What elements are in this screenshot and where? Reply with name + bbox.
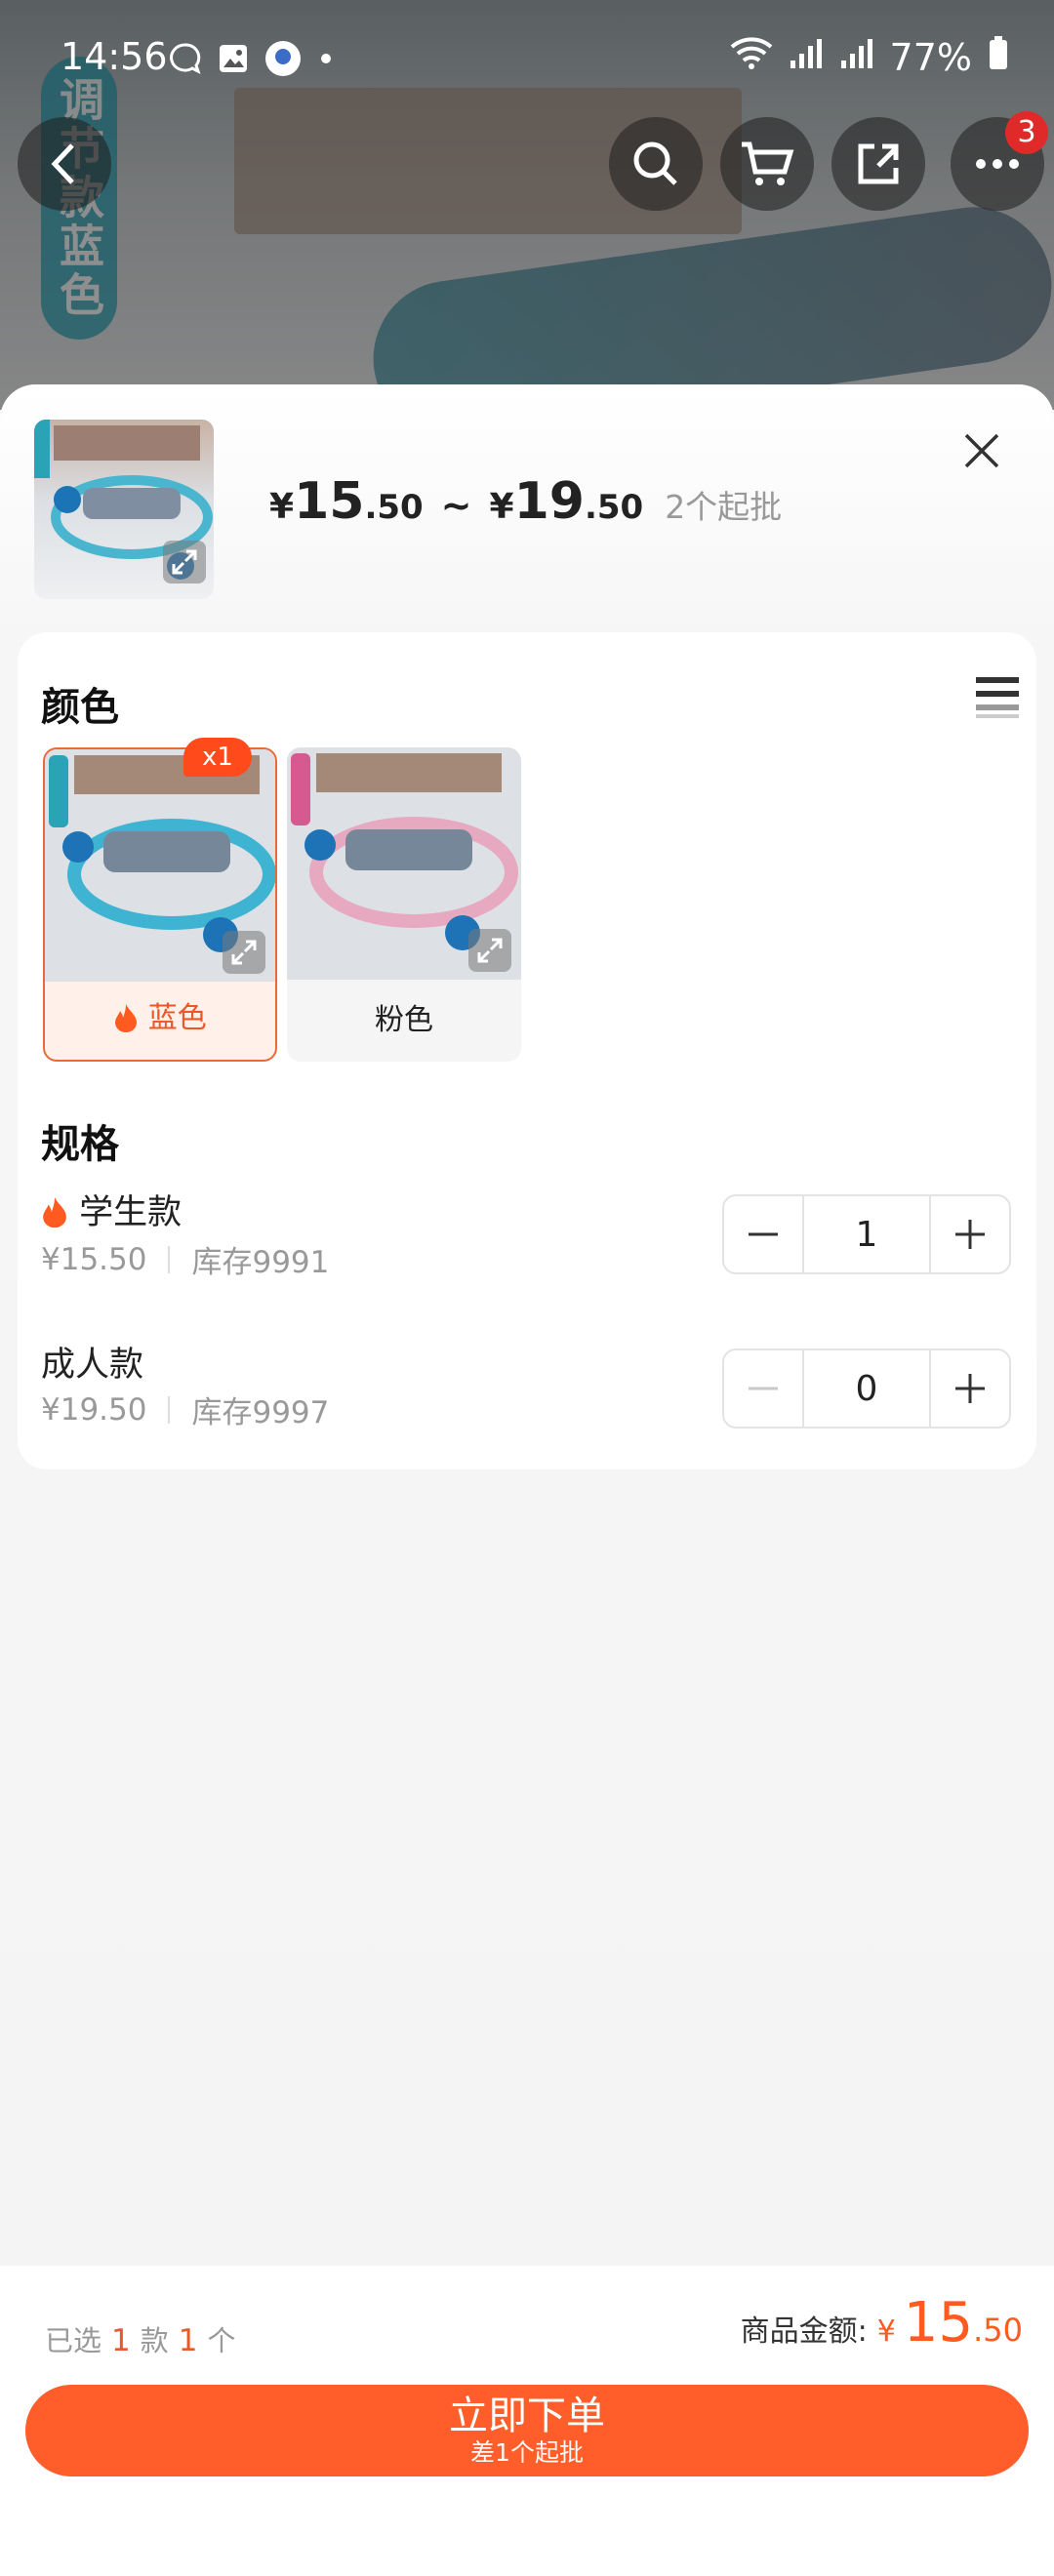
bottom-action-bar: 已选 1 款 1 个 商品金额: ¥ 15 .50 立即下单 差1个起批 [0,2266,1054,2576]
increase-button[interactable] [931,1350,1009,1427]
search-icon [633,141,677,185]
app-icon [264,39,303,82]
dot-icon [316,49,336,72]
color-option-label: 蓝色 [45,978,275,1060]
price-high-decimal: .50 [584,488,644,527]
total-amount: 商品金额: ¥ 15 .50 [741,2291,1023,2355]
selected-kinds: 1 [111,2323,131,2358]
decrease-button[interactable] [724,1350,802,1427]
cart-count-badge: 3 [1005,111,1048,154]
options-card: 颜色 x1 蓝色 粉色 规格 学生款 ¥15.50 库存9991 1 成人款 ¥… [18,632,1036,1469]
quantity-input[interactable]: 0 [802,1350,931,1427]
price-low-integer: 15 [294,472,365,531]
count-unit: 个 [207,2324,236,2357]
share-button[interactable] [831,117,925,211]
spec-section-title: 规格 [41,1122,119,1167]
sku-selector-sheet: ¥ 15 .50 ~ ¥ 19 .50 2个起批 颜色 x1 蓝色 粉色 规格 … [0,384,1054,2576]
spec-meta: ¥15.50 库存9991 [41,1237,329,1281]
selection-summary: 已选 1 款 1 个 [45,2318,236,2359]
status-time: 14:56 [61,35,168,78]
hot-flame-icon [41,1193,79,1232]
price-range: ¥ 15 .50 ~ ¥ 19 .50 2个起批 [269,472,782,531]
status-right: 77% [730,35,1009,79]
spec-stock: 库存9997 [191,1395,330,1430]
kinds-unit: 款 [140,2324,169,2357]
spec-name: 成人款 [41,1346,144,1385]
expand-icon[interactable] [163,541,206,584]
more-button[interactable]: 3 [951,111,1048,211]
divider [168,1245,171,1273]
decrease-button[interactable] [724,1196,802,1272]
total-currency: ¥ [876,2314,896,2349]
minus-icon [749,1387,778,1390]
price-high-integer: 19 [513,472,585,531]
place-order-button[interactable]: 立即下单 差1个起批 [25,2385,1029,2476]
list-icon [976,677,1019,718]
search-button[interactable] [609,117,703,211]
spec-meta: ¥19.50 库存9997 [41,1388,329,1431]
cart-button[interactable] [720,117,814,211]
share-icon [858,143,899,184]
color-option-blue[interactable]: 蓝色 [43,747,277,1062]
selected-count: 1 [178,2323,198,2358]
close-icon [964,433,999,468]
expand-icon[interactable] [468,929,511,972]
product-thumbnail[interactable] [34,420,214,599]
gallery-icon [217,42,250,79]
signal-icon-2 [839,36,874,79]
spec-name: 学生款 [41,1185,182,1234]
status-bar: 14:56 77% [0,0,1054,109]
place-order-sublabel: 差1个起批 [470,2438,584,2467]
plus-icon [955,1220,985,1249]
spec-price: ¥19.50 [41,1391,147,1428]
battery-icon [988,35,1009,79]
plus-icon [955,1374,985,1403]
currency-symbol-2: ¥ [489,487,514,527]
selected-prefix: 已选 [45,2324,102,2357]
color-option-label: 粉色 [375,1003,433,1037]
quantity-input[interactable]: 1 [802,1196,931,1272]
total-decimal: .50 [973,2312,1023,2349]
min-order-text: 2个起批 [665,488,783,526]
cart-icon [742,141,794,185]
back-arrow-icon [51,143,74,184]
price-tilde: ~ [440,484,472,527]
back-button[interactable] [18,117,111,211]
color-section-title: 颜色 [41,685,119,730]
selected-count-badge: x1 [183,738,252,777]
divider [168,1395,171,1424]
hot-flame-icon [113,1001,148,1035]
chat-bubble-icon [168,41,203,80]
minus-icon [749,1232,778,1236]
total-label: 商品金额: [740,2314,868,2349]
quantity-stepper: 0 [722,1348,1011,1429]
close-button[interactable] [951,420,1013,482]
status-notification-icons [168,39,336,82]
price-low-decimal: .50 [364,488,424,527]
color-option-pink[interactable]: 粉色 [287,747,521,1062]
quantity-stepper: 1 [722,1194,1011,1274]
place-order-label: 立即下单 [449,2394,605,2438]
spec-stock: 库存9991 [191,1245,330,1280]
increase-button[interactable] [931,1196,1009,1272]
total-integer: 15 [903,2291,974,2355]
currency-symbol: ¥ [269,487,295,527]
wifi-icon [730,35,773,79]
signal-icon [789,36,824,79]
expand-icon[interactable] [223,931,265,974]
battery-percent: 77% [889,35,972,79]
spec-price: ¥15.50 [41,1241,147,1277]
more-icon [976,159,1019,169]
list-view-toggle[interactable] [976,675,1019,718]
